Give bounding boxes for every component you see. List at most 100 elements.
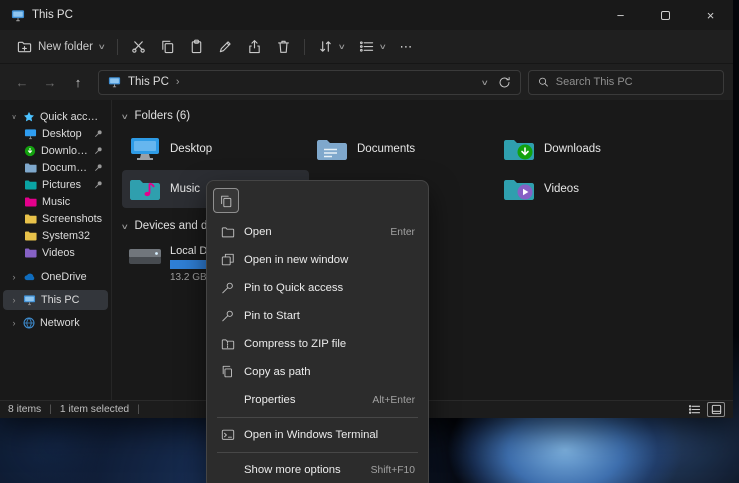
menu-item-label: Compress to ZIP file xyxy=(244,338,346,350)
sidebar-item-label: OneDrive xyxy=(41,271,87,283)
cut-button[interactable] xyxy=(124,34,153,59)
folder-tile-downloads[interactable]: Downloads xyxy=(496,130,683,168)
sidebar-item-label: Quick access xyxy=(40,111,103,123)
folder-tile-videos[interactable]: Videos xyxy=(496,170,683,208)
sidebar-item-music[interactable]: Music xyxy=(3,193,108,210)
downloads-icon xyxy=(24,145,36,157)
sidebar-item-network[interactable]: › Network xyxy=(3,314,108,331)
copy-button[interactable] xyxy=(213,188,239,213)
sidebar-item-quick-access[interactable]: ∨ Quick access xyxy=(3,108,108,125)
sidebar-item-desktop[interactable]: Desktop xyxy=(3,125,108,142)
sidebar-item-label: Videos xyxy=(42,247,75,259)
scissors-icon xyxy=(131,39,146,54)
maximize-icon xyxy=(661,11,670,20)
command-bar: New folder ∨ ∨ ∨ ⋯ xyxy=(0,30,733,64)
selection-count: 1 item selected xyxy=(60,404,129,415)
folder-tile-documents[interactable]: Documents xyxy=(309,130,496,168)
minimize-button[interactable]: − xyxy=(598,0,643,30)
videos-icon xyxy=(24,247,37,258)
menu-item-open-in-new-window[interactable]: Open in new window xyxy=(211,246,424,274)
open-icon xyxy=(220,225,235,239)
paste-button[interactable] xyxy=(182,34,211,59)
sidebar-item-screenshots[interactable]: Screenshots xyxy=(3,210,108,227)
menu-item-show-more-options[interactable]: Show more options Shift+F10 xyxy=(211,456,424,483)
search-box[interactable] xyxy=(528,70,724,95)
view-button[interactable]: ∨ xyxy=(352,34,393,59)
maximize-button[interactable] xyxy=(643,0,688,30)
back-icon: ← xyxy=(16,75,29,90)
large-icons-view-button[interactable] xyxy=(707,402,725,417)
folders-section-header[interactable]: ∨ Folders (6) xyxy=(122,108,733,124)
folder-tile-label: Videos xyxy=(544,183,579,195)
chevron-down-icon[interactable]: ∨ xyxy=(10,113,18,121)
forward-button[interactable]: → xyxy=(37,69,63,95)
music-icon xyxy=(24,196,37,207)
copy-path-icon xyxy=(220,365,235,379)
menu-item-label: Show more options xyxy=(244,464,341,476)
this-pc-icon xyxy=(11,9,25,22)
address-bar[interactable]: This PC › ∨ xyxy=(98,70,521,95)
menu-item-compress-to-zip[interactable]: Compress to ZIP file xyxy=(211,330,424,358)
folder-tile-label: Downloads xyxy=(544,143,601,155)
sidebar-item-downloads[interactable]: Downloads xyxy=(3,142,108,159)
titlebar: This PC − × xyxy=(0,0,733,30)
folder-icon xyxy=(24,230,37,241)
sidebar-item-pictures[interactable]: Pictures xyxy=(3,176,108,193)
rename-button[interactable] xyxy=(211,34,240,59)
search-icon xyxy=(538,76,549,88)
rename-icon xyxy=(218,39,233,54)
menu-item-pin-to-start[interactable]: Pin to Start xyxy=(211,302,424,330)
folder-icon xyxy=(24,213,37,224)
trash-icon xyxy=(276,39,291,54)
window-controls: − × xyxy=(598,0,733,30)
menu-separator xyxy=(217,417,418,418)
section-title: Folders (6) xyxy=(135,110,191,122)
chevron-down-icon: ∨ xyxy=(121,112,129,121)
menu-item-copy-as-path[interactable]: Copy as path xyxy=(211,358,424,386)
zip-icon xyxy=(220,337,235,351)
sidebar-item-videos[interactable]: Videos xyxy=(3,244,108,261)
desktop-folder-icon xyxy=(128,134,162,164)
sidebar-item-onedrive[interactable]: › OneDrive xyxy=(3,268,108,285)
address-dropdown-icon[interactable]: ∨ xyxy=(480,78,488,87)
sidebar-item-label: Screenshots xyxy=(42,213,102,225)
menu-item-open[interactable]: Open Enter xyxy=(211,218,424,246)
breadcrumb[interactable]: This PC xyxy=(128,76,169,88)
see-more-button[interactable]: ⋯ xyxy=(392,34,420,60)
chevron-right-icon[interactable]: › xyxy=(10,318,18,328)
chevron-right-icon[interactable]: › xyxy=(10,295,18,305)
menu-item-open-in-windows-terminal[interactable]: Open in Windows Terminal xyxy=(211,421,424,449)
this-pc-icon xyxy=(108,76,121,88)
back-button[interactable]: ← xyxy=(9,69,35,95)
sidebar-item-label: This PC xyxy=(41,294,79,306)
details-view-button[interactable] xyxy=(685,402,703,417)
up-button[interactable]: ↑ xyxy=(65,69,91,95)
chevron-down-icon: ∨ xyxy=(379,42,387,51)
search-input[interactable] xyxy=(556,76,714,88)
view-options-icon xyxy=(359,39,374,54)
delete-button[interactable] xyxy=(269,34,298,59)
close-icon: × xyxy=(707,8,715,23)
share-icon xyxy=(247,39,262,54)
sidebar-item-this-pc[interactable]: › This PC xyxy=(3,290,108,310)
folder-tile-label: Music xyxy=(170,183,200,195)
sort-button[interactable]: ∨ xyxy=(311,34,352,59)
folder-tile-desktop[interactable]: Desktop xyxy=(122,130,309,168)
new-folder-button[interactable]: New folder ∨ xyxy=(10,34,111,59)
share-button[interactable] xyxy=(240,34,269,59)
chevron-right-icon[interactable]: › xyxy=(10,272,18,282)
refresh-icon[interactable] xyxy=(498,76,511,89)
sidebar-item-label: Downloads xyxy=(41,145,89,157)
breadcrumb-chevron-icon[interactable]: › xyxy=(176,76,180,88)
status-divider: | xyxy=(137,404,140,415)
close-button[interactable]: × xyxy=(688,0,733,30)
copy-button[interactable] xyxy=(153,34,182,59)
sort-icon xyxy=(318,39,333,54)
sidebar-item-label: Desktop xyxy=(42,128,82,140)
menu-item-properties[interactable]: Properties Alt+Enter xyxy=(211,386,424,414)
chevron-down-icon: ∨ xyxy=(121,222,129,231)
sidebar-item-documents[interactable]: Documents xyxy=(3,159,108,176)
menu-item-pin-to-quick-access[interactable]: Pin to Quick access xyxy=(211,274,424,302)
sidebar-item-system32[interactable]: System32 xyxy=(3,227,108,244)
context-menu-icon-row xyxy=(211,185,424,218)
